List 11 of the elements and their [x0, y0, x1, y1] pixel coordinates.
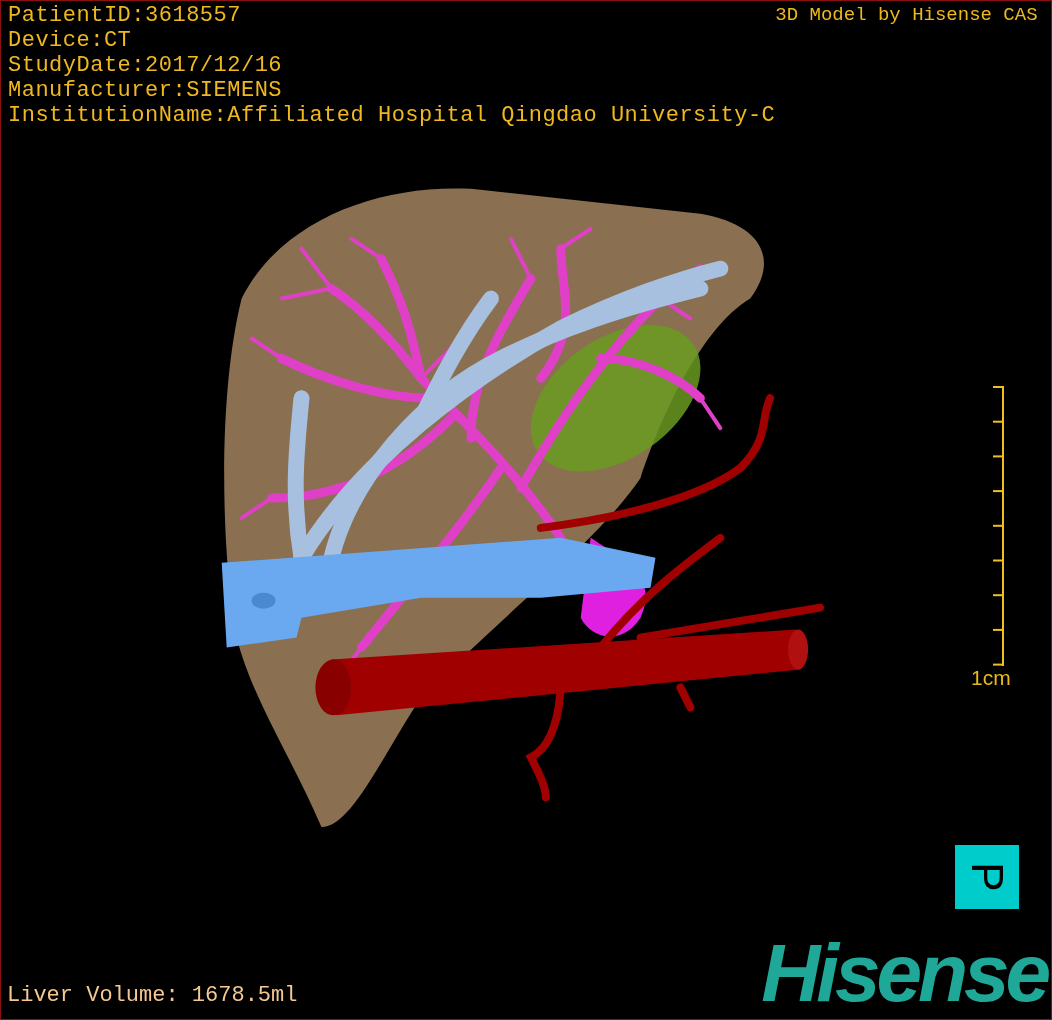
patient-info-text: InstitutionName:Affiliated Hospital Qingdao University-C: [8, 103, 776, 128]
model-credit-text: 3D Model by Hisense CAS: [775, 3, 1039, 28]
patient-info-text: PatientID:3618557: [8, 3, 242, 28]
orientation-marker: P: [955, 845, 1019, 909]
brand-logo: Hisense: [761, 935, 1049, 1011]
scale-label: 1cm: [971, 666, 1011, 690]
patient-info-text: Manufacturer:SIEMENS: [8, 78, 284, 103]
patient-info-text: StudyDate:2017/12/16: [8, 53, 284, 78]
patient-info-text: Device:CT: [8, 28, 133, 53]
liver-volume-text: Liver Volume: 1678.5ml: [7, 983, 298, 1009]
scale-bar-icon: [992, 386, 1005, 666]
